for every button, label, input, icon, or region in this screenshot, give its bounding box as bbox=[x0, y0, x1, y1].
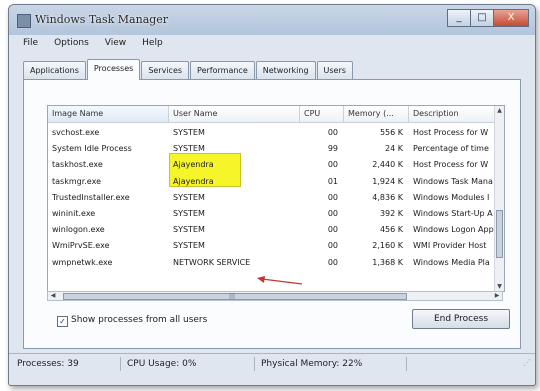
close-button[interactable]: X bbox=[493, 9, 529, 27]
cell-image: wmpnetwk.exe bbox=[52, 257, 113, 267]
scroll-up-icon[interactable]: ▲ bbox=[495, 106, 504, 115]
task-manager-window: Windows Task Manager _ □ X File Options … bbox=[8, 4, 536, 386]
scroll-down-icon[interactable]: ▼ bbox=[495, 282, 504, 291]
cell-cpu: 01 bbox=[327, 176, 338, 186]
cell-memory: 4,836 K bbox=[372, 192, 403, 202]
menu-view[interactable]: View bbox=[105, 35, 126, 51]
column-user-name[interactable]: User Name bbox=[169, 106, 300, 122]
show-all-users-label[interactable]: Show processes from all users bbox=[71, 313, 207, 327]
cell-image: WmiPrvSE.exe bbox=[52, 241, 110, 251]
status-bar: Processes: 39 CPU Usage: 0% Physical Mem… bbox=[9, 353, 535, 374]
cell-user: SYSTEM bbox=[173, 225, 205, 235]
cell-user: Ajayendra bbox=[173, 160, 214, 170]
table-row[interactable]: System Idle Process SYSTEM 99 24 K Percentag… bbox=[48, 141, 495, 157]
cell-user: SYSTEM bbox=[173, 209, 205, 218]
table-row[interactable]: wmpnetwk.exe NETWORK SERVICE 00 1,368 K Wind… bbox=[48, 255, 495, 271]
cell-description: Windows Logon App bbox=[413, 225, 494, 235]
menu-options[interactable]: Options bbox=[54, 35, 89, 51]
cell-cpu: 00 bbox=[327, 128, 338, 137]
processes-panel: Image Name User Name CPU Memory (... Des… bbox=[23, 79, 521, 349]
status-physical-memory: Physical Memory: 22% bbox=[257, 357, 407, 371]
table-row[interactable]: taskhost.exe Ajayendra 00 2,440 K Host Proce… bbox=[48, 157, 495, 173]
status-processes: Processes: 39 bbox=[13, 357, 121, 371]
resize-grip-icon[interactable]: ⋰ bbox=[523, 358, 531, 367]
column-image-name[interactable]: Image Name bbox=[48, 106, 169, 122]
cell-user: SYSTEM bbox=[173, 144, 205, 154]
cell-description: Host Process for W bbox=[413, 160, 489, 170]
maximize-button[interactable]: □ bbox=[470, 9, 494, 27]
cell-cpu: 00 bbox=[327, 160, 338, 170]
cell-cpu: 00 bbox=[327, 225, 338, 235]
scroll-left-icon[interactable]: ◀ bbox=[48, 292, 58, 300]
table-row[interactable]: wininit.exe SYSTEM 00 392 K Windows Start-Up… bbox=[48, 206, 495, 222]
window-title: Windows Task Manager bbox=[35, 13, 169, 26]
status-cpu-usage: CPU Usage: 0% bbox=[123, 357, 255, 371]
cell-description: Windows Media Pla bbox=[413, 257, 490, 267]
cell-cpu: 00 bbox=[327, 257, 338, 267]
cell-memory: 456 K bbox=[379, 225, 403, 235]
tab-services[interactable]: Services bbox=[141, 61, 190, 79]
minimize-button[interactable]: _ bbox=[447, 9, 471, 27]
cell-description: WMI Provider Host bbox=[413, 241, 487, 251]
cell-image: System Idle Process bbox=[52, 144, 132, 154]
menu-help[interactable]: Help bbox=[142, 35, 163, 51]
table-row[interactable]: TrustedInstaller.exe SYSTEM 00 4,836 K Windo… bbox=[48, 190, 495, 206]
menu-file[interactable]: File bbox=[23, 35, 38, 51]
cell-memory: 1,924 K bbox=[372, 176, 403, 186]
cell-memory: 1,368 K bbox=[372, 257, 403, 267]
table-row[interactable]: taskmgr.exe Ajayendra 01 1,924 K Windows Tas… bbox=[48, 174, 495, 190]
menu-bar: File Options View Help bbox=[9, 35, 535, 51]
cell-image: TrustedInstaller.exe bbox=[52, 192, 130, 202]
tab-users[interactable]: Users bbox=[316, 61, 353, 79]
cell-memory: 556 K bbox=[379, 128, 403, 137]
cell-cpu: 00 bbox=[327, 241, 338, 251]
tab-processes[interactable]: Processes bbox=[86, 59, 141, 80]
cell-description: Percentage of time bbox=[413, 144, 489, 154]
vertical-scrollbar[interactable]: ▲ ▼ bbox=[494, 106, 504, 291]
horizontal-scroll-thumb[interactable]: ||| bbox=[63, 293, 407, 300]
scroll-grip-icon: ||| bbox=[229, 293, 236, 300]
cell-image: taskmgr.exe bbox=[52, 176, 101, 186]
cell-memory: 2,160 K bbox=[372, 241, 403, 251]
cell-memory: 392 K bbox=[379, 209, 403, 218]
table-row[interactable]: WmiPrvSE.exe SYSTEM 00 2,160 K WMI Provider … bbox=[48, 238, 495, 254]
column-cpu[interactable]: CPU bbox=[300, 106, 344, 122]
end-process-button[interactable]: End Process bbox=[412, 309, 510, 329]
cell-cpu: 00 bbox=[327, 192, 338, 202]
cell-user: Ajayendra bbox=[173, 176, 214, 186]
table-row[interactable]: svchost.exe SYSTEM 00 556 K Host Process for… bbox=[48, 125, 495, 141]
cell-memory: 24 K bbox=[385, 144, 403, 154]
cell-cpu: 00 bbox=[327, 209, 338, 218]
tab-applications[interactable]: Applications bbox=[23, 61, 86, 79]
cell-user: SYSTEM bbox=[173, 192, 205, 202]
annotation-arrow-icon bbox=[257, 276, 303, 285]
app-icon bbox=[17, 14, 31, 28]
tab-strip: Applications Processes Services Performa… bbox=[23, 57, 354, 80]
cell-user: SYSTEM bbox=[173, 241, 205, 251]
table-row[interactable]: winlogon.exe SYSTEM 00 456 K Windows Logon A… bbox=[48, 222, 495, 238]
cell-memory: 2,440 K bbox=[372, 160, 403, 170]
cell-description: Host Process for W bbox=[413, 128, 489, 137]
cell-user: NETWORK SERVICE bbox=[173, 257, 251, 267]
cell-user: SYSTEM bbox=[173, 128, 205, 137]
column-header-row: Image Name User Name CPU Memory (... Des… bbox=[48, 106, 495, 123]
title-bar[interactable]: Windows Task Manager _ □ X bbox=[9, 5, 535, 35]
cell-image: wininit.exe bbox=[52, 209, 96, 218]
vertical-scroll-thumb[interactable] bbox=[496, 210, 503, 258]
cell-cpu: 99 bbox=[327, 144, 338, 154]
cell-image: taskhost.exe bbox=[52, 160, 103, 170]
process-list[interactable]: Image Name User Name CPU Memory (... Des… bbox=[47, 105, 505, 292]
cell-description: Windows Task Mana bbox=[413, 176, 493, 186]
horizontal-scrollbar[interactable]: ◀ ||| ▶ bbox=[47, 291, 503, 301]
cell-description: Windows Start-Up A bbox=[413, 209, 493, 218]
tab-performance[interactable]: Performance bbox=[190, 61, 255, 79]
show-all-users-checkbox[interactable]: ✓ bbox=[57, 316, 68, 327]
cell-description: Windows Modules I bbox=[413, 192, 490, 202]
column-description[interactable]: Description bbox=[409, 106, 495, 122]
cell-image: svchost.exe bbox=[52, 128, 100, 137]
column-memory[interactable]: Memory (... bbox=[344, 106, 409, 122]
cell-image: winlogon.exe bbox=[52, 225, 105, 235]
scroll-right-icon[interactable]: ▶ bbox=[492, 292, 502, 300]
tab-networking[interactable]: Networking bbox=[255, 61, 316, 79]
